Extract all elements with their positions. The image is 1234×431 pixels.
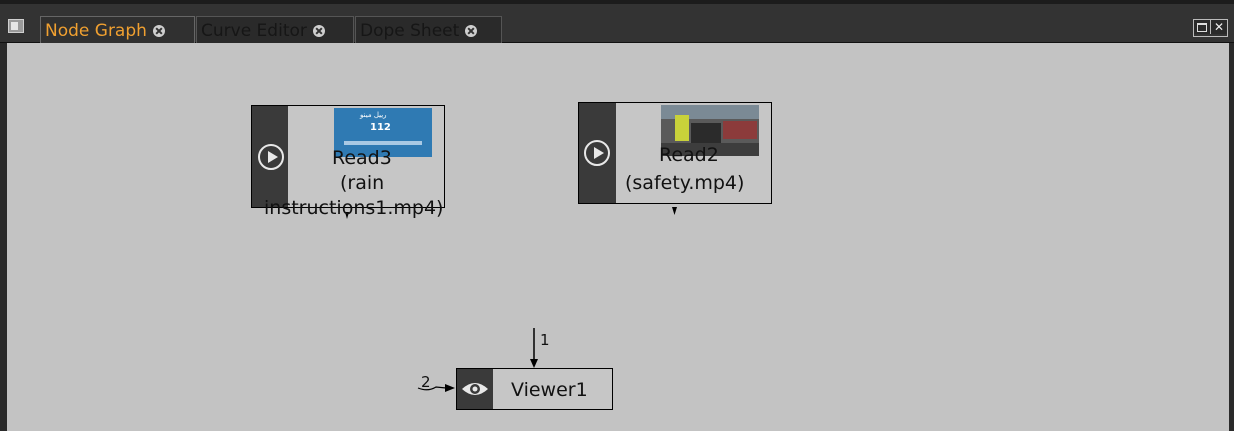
thumb-number: 112 <box>370 122 391 133</box>
tab-node-graph[interactable]: Node Graph <box>40 16 195 46</box>
viewer-input2-label: 2 <box>421 373 431 391</box>
eye-icon[interactable] <box>460 379 490 399</box>
maximize-icon[interactable] <box>1194 20 1210 34</box>
close-pane-icon[interactable]: ✕ <box>1210 20 1227 34</box>
tab-bar: Node Graph Curve Editor Dope Sheet ✕ <box>0 4 1234 46</box>
thumb-header: رييل مينو <box>360 111 387 119</box>
node-side-bar <box>252 106 288 207</box>
tab-curve-editor[interactable]: Curve Editor <box>196 16 354 46</box>
tab-dope-sheet[interactable]: Dope Sheet <box>355 16 502 46</box>
read3-name: Read3 <box>332 147 392 169</box>
close-tab-icon[interactable] <box>152 25 165 37</box>
viewer-input1-label: 1 <box>540 331 550 349</box>
tab-label: Node Graph <box>45 21 147 41</box>
play-icon[interactable] <box>584 140 610 166</box>
viewer1-name: Viewer1 <box>511 379 588 401</box>
read2-name: Read2 <box>659 144 719 166</box>
close-tab-icon[interactable] <box>312 25 325 37</box>
node-side-bar <box>457 369 493 409</box>
node-viewer1[interactable]: Viewer1 <box>456 368 613 410</box>
tab-label: Curve Editor <box>201 21 307 41</box>
read3-file-line1: (rain <box>340 172 385 194</box>
play-icon[interactable] <box>258 144 284 170</box>
pane-menu-button[interactable] <box>8 19 24 33</box>
left-frame <box>0 43 7 431</box>
window-controls: ✕ <box>1193 19 1228 37</box>
close-tab-icon[interactable] <box>465 25 478 37</box>
read3-file-line2: instructions1.mp4) <box>264 197 444 219</box>
node-side-bar <box>579 103 616 203</box>
tab-label: Dope Sheet <box>360 21 460 41</box>
thumb-detail <box>344 141 422 145</box>
read2-file: (safety.mp4) <box>625 172 745 194</box>
right-frame <box>1229 43 1234 431</box>
